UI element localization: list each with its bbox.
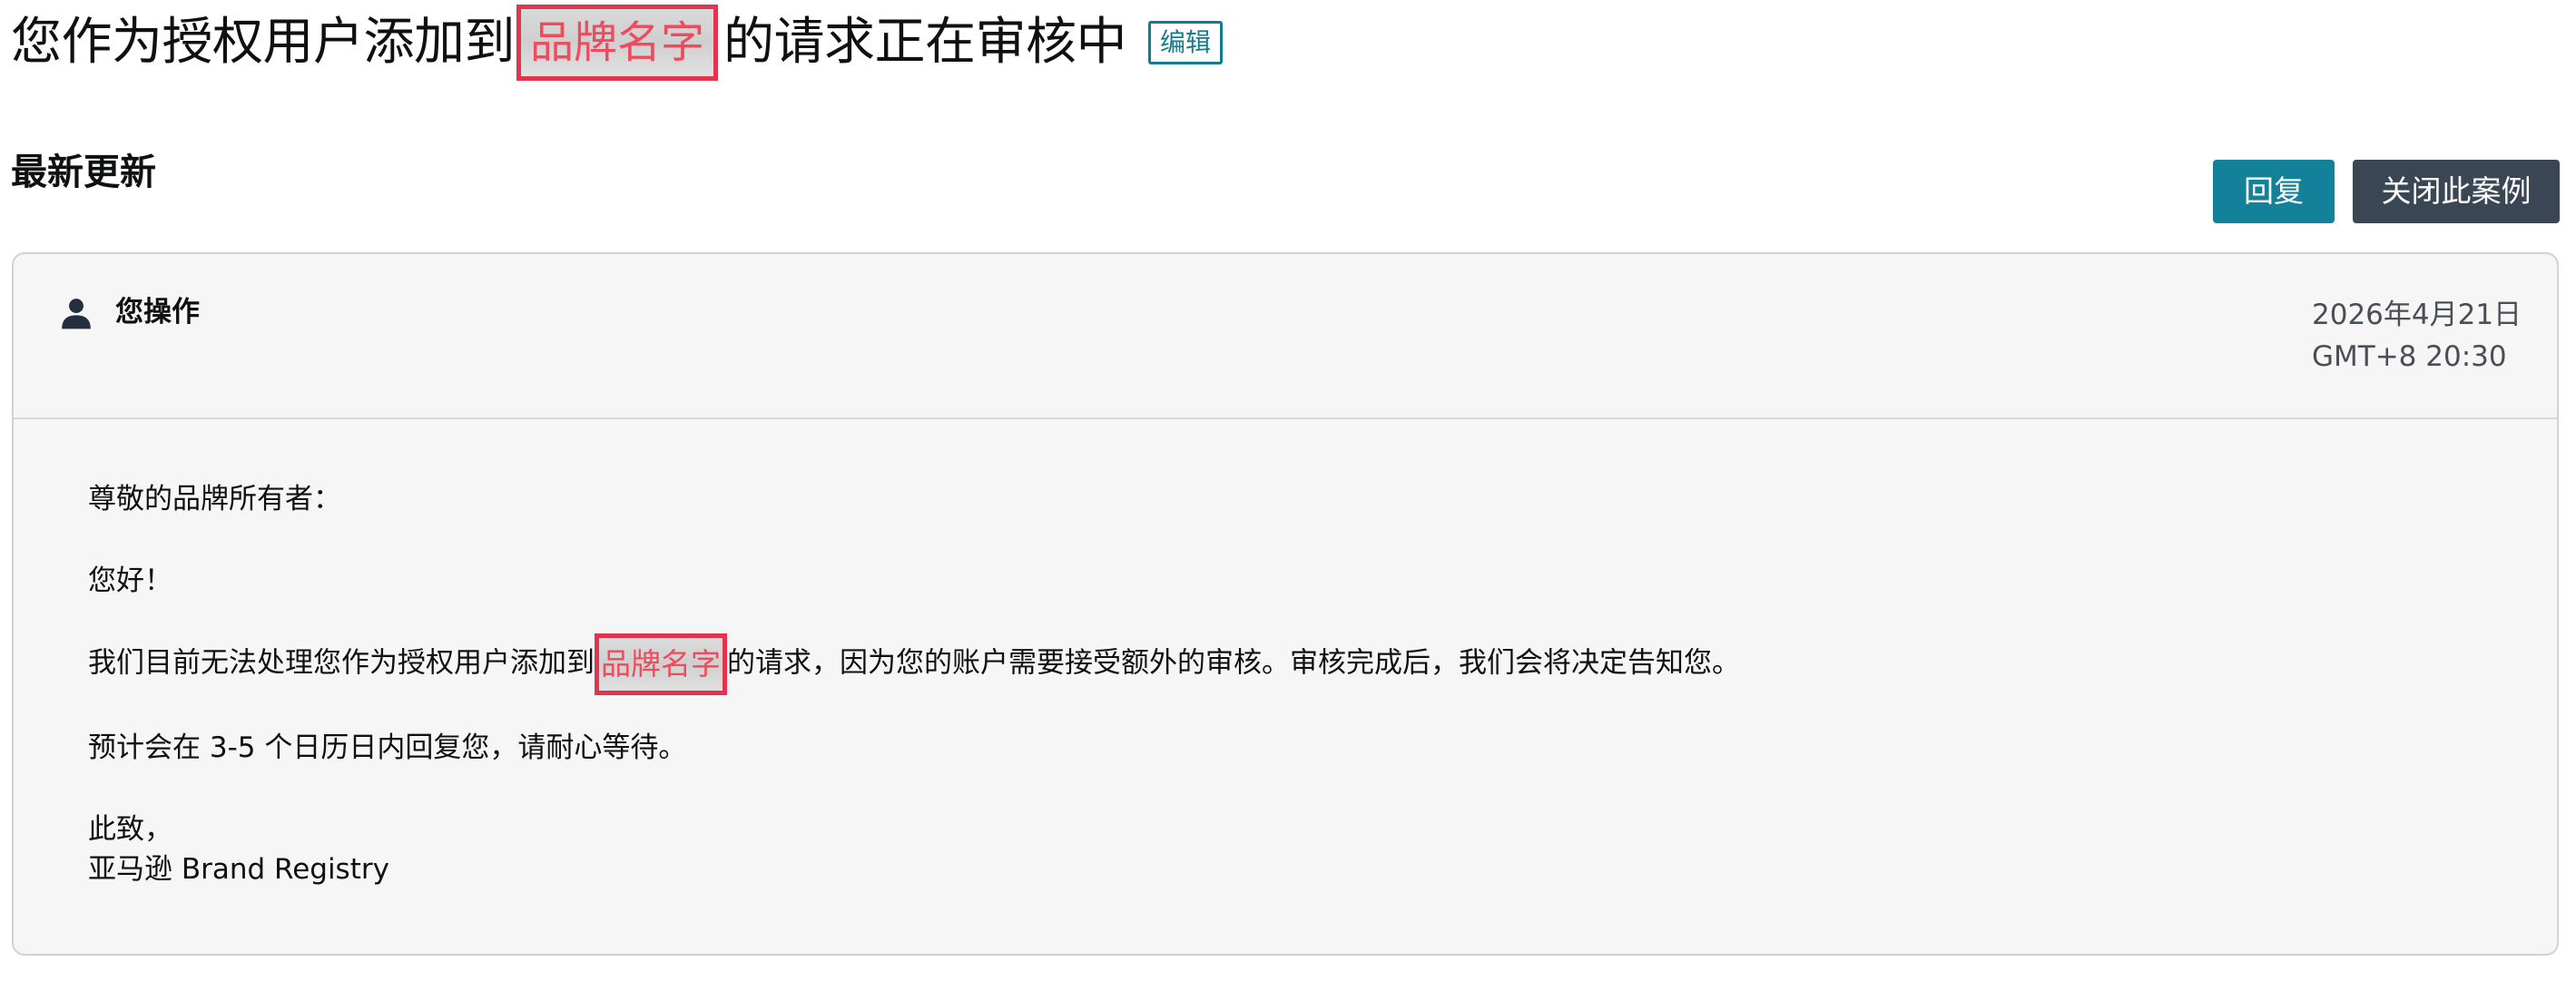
eta-line: 预计会在 3-5 个日历日内回复您，请耐心等待。 (88, 731, 687, 764)
brand-name: 品牌名字 (530, 17, 705, 68)
close-case-button[interactable]: 关闭此案例 (2353, 160, 2560, 223)
message-card-header: 您操作 2026年4月21日 GMT+8 20:30 (14, 254, 2557, 419)
body-paragraph: 我们目前无法处理您作为授权用户添加到 品牌名字 的请求，因为您的账户需要接受额外的审… (88, 633, 2521, 695)
body-suffix: 的请求，因为您的账户需要接受额外的审核。审核完成后，我们会将决定告知您。 (727, 646, 1740, 680)
message-date: 2026年4月21日 (2312, 299, 2522, 331)
edit-button[interactable]: 编辑 (1148, 21, 1224, 64)
latest-updates-heading: 最新更新 (11, 152, 156, 193)
message-time: GMT+8 20:30 (2312, 340, 2507, 373)
brand-name-highlight: 品牌名字 (516, 5, 719, 81)
signature-line: 亚马逊 Brand Registry (88, 853, 389, 886)
hello-line: 您好！ (88, 564, 172, 597)
case-page: 您作为授权用户添加到 品牌名字 的请求正在审核中 编辑 最新更新 回复 关闭此案… (0, 0, 2576, 1001)
actor-label: 您操作 (115, 296, 200, 329)
message-body: 尊敬的品牌所有者： 您好！ 我们目前无法处理您作为授权用户添加到 品牌名字 的请求，… (88, 479, 2521, 889)
body-prefix: 我们目前无法处理您作为授权用户添加到 (88, 646, 595, 680)
title-suffix: 的请求正在审核中 (723, 13, 1127, 72)
page-title: 您作为授权用户添加到 品牌名字 的请求正在审核中 编辑 (11, 2, 1224, 83)
closing-line: 此致， (88, 813, 172, 846)
body-brand-name: 品牌名字 (601, 646, 721, 682)
user-icon (62, 299, 91, 329)
reply-button[interactable]: 回复 (2213, 160, 2335, 223)
title-prefix: 您作为授权用户添加到 (11, 13, 516, 72)
message-card: 您操作 2026年4月21日 GMT+8 20:30 尊敬的品牌所有者： 您好！… (12, 252, 2559, 956)
greeting-line: 尊敬的品牌所有者： (88, 483, 341, 515)
message-timestamp: 2026年4月21日 GMT+8 20:30 (2312, 294, 2522, 378)
body-brand-highlight: 品牌名字 (595, 633, 727, 695)
